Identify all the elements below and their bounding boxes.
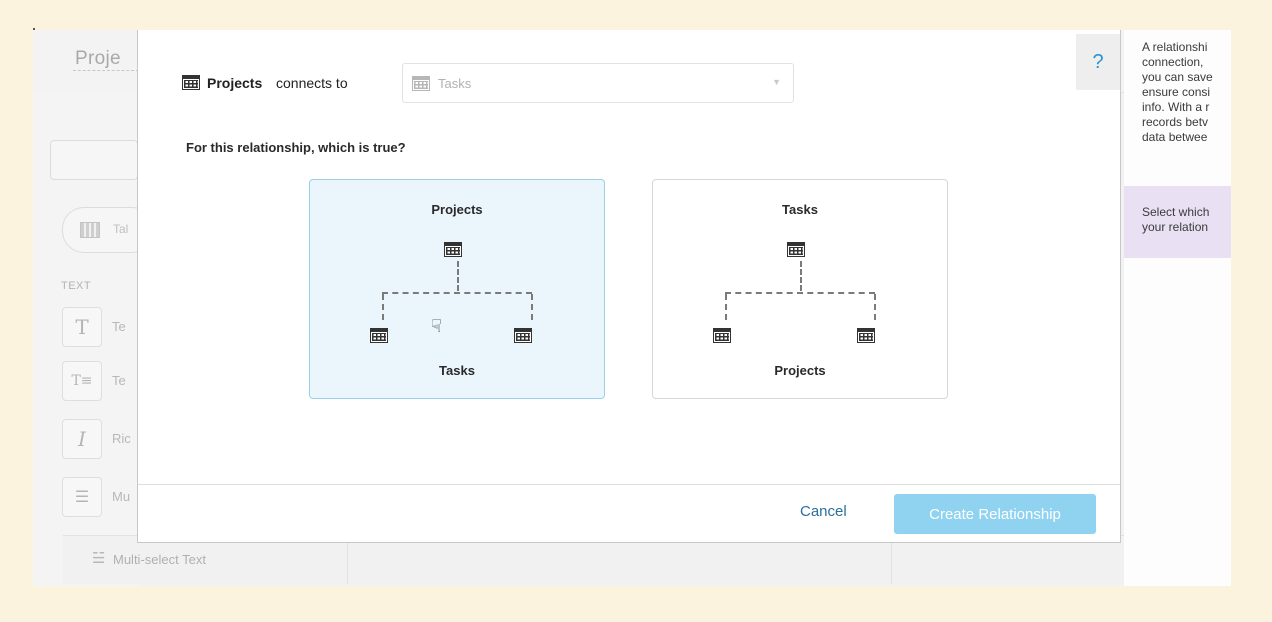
connector-line [382,294,384,320]
help-highlight: Select which your relation [1124,186,1231,258]
table-icon [514,328,532,343]
table-icon [787,242,805,257]
chevron-down-icon: ▼ [772,77,781,87]
table-icon [857,328,875,343]
sidebar-item-label: Mu [112,489,131,504]
sidebar-item-label: Te [112,373,126,388]
help-highlight-text: Select which your relation [1142,205,1210,234]
field-row-label: Multi-select Text [113,552,206,567]
help-button[interactable]: ? [1076,34,1120,90]
option-top-label: Projects [431,202,483,217]
sidebar-section-text: TEXT [61,280,92,292]
connector-line [725,294,727,320]
help-intro-text: A relationshi connection, you can save e… [1142,40,1213,144]
target-table-value: Tasks [438,76,472,91]
cell-divider [891,536,892,584]
list-icon: ☰ [62,477,102,517]
table-icon [412,76,430,91]
option-top-label: Tasks [782,202,818,217]
text-formula-icon: T≡ [62,361,102,401]
source-table-name: Projects [207,75,263,91]
multi-select-icon: ☱ [92,550,106,567]
target-table-select[interactable]: Tasks ▼ [402,63,794,103]
sidebar-item-label: Te [112,319,126,334]
table-icon [713,328,731,343]
table-icon [370,328,388,343]
connector-line [874,294,876,320]
connector-line [725,292,875,294]
help-panel: A relationshi connection, you can save e… [1124,30,1231,586]
connector-line [382,292,532,294]
table-icon [80,222,100,238]
sidebar-search-input[interactable] [50,140,138,180]
create-relationship-button[interactable]: Create Relationship [894,494,1096,534]
cancel-button[interactable]: Cancel [800,503,847,520]
option-one-to-many[interactable]: Projects ☟ Tasks [309,179,605,399]
hand-pointer-icon: ☟ [431,316,442,336]
connector-line [457,261,459,291]
app-title: Proje [75,48,121,69]
text-icon: T [62,307,102,347]
relationship-question: For this relationship, which is true? [186,140,406,155]
relationship-modal: ? Projects connects to Tasks ▼ For this … [137,30,1121,543]
connects-to-label: connects to [276,75,348,91]
table-icon [444,242,462,257]
cell-divider [347,536,348,584]
connector-line [800,261,802,291]
app-window: Proje Tal TEXT T Te T≡ Te I Ric ☰ Mu ☱ M… [33,30,1231,586]
title-underline [73,70,139,71]
sidebar-item-label: Ric [112,431,131,446]
connector-line [531,294,533,320]
option-bottom-label: Projects [774,363,826,378]
sidebar-pill-label: Tal [113,222,129,236]
option-many-to-one[interactable]: Tasks Projects [652,179,948,399]
option-bottom-label: Tasks [439,363,475,378]
field-sidebar: Tal TEXT T Te T≡ Te I Ric ☰ Mu [33,92,154,586]
italic-icon: I [62,419,102,459]
table-icon [182,75,200,90]
modal-footer-divider [138,484,1120,485]
